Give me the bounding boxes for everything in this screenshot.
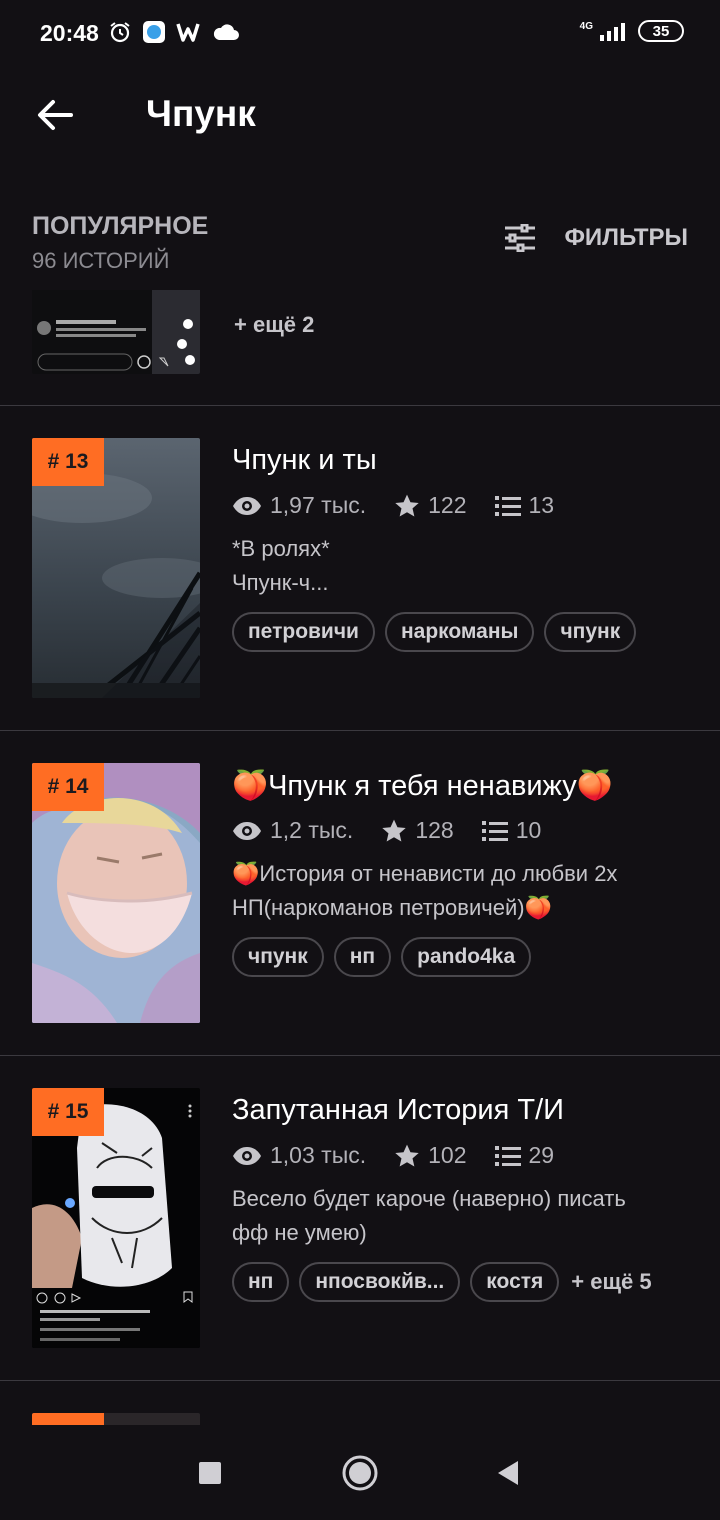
cloud-icon: [212, 22, 240, 47]
views-count: 1,03 тыс.: [270, 1142, 367, 1168]
signal-icon: 4G: [580, 21, 628, 41]
story-cover: # 14: [32, 763, 200, 1023]
rank-badge: # 14: [32, 763, 104, 811]
section-title: ПОПУЛЯРНОЕ: [32, 212, 209, 240]
rank-badge: # 15: [32, 1088, 104, 1136]
eye-icon: [233, 1146, 261, 1165]
parts-count: 13: [528, 492, 555, 518]
views-count: 1,97 тыс.: [270, 492, 367, 518]
story-cover: # 13: [32, 438, 200, 698]
back-arrow-icon: [38, 100, 73, 130]
circle-icon: [342, 1455, 378, 1491]
tag[interactable]: петровичи: [232, 612, 375, 652]
tag[interactable]: pando4ka: [401, 937, 532, 977]
story-description: 🍑История от ненависти до любви 2х НП(нар…: [232, 861, 618, 920]
star-icon: [395, 1144, 419, 1167]
story-stats: 1,03 тыс. 102 29: [232, 1142, 582, 1169]
filters-label: ФИЛЬТРЫ: [564, 224, 688, 251]
story-title[interactable]: 🍑Чпунк я тебя ненавижу🍑: [232, 769, 613, 803]
stars-count: 128: [415, 817, 454, 843]
story-title[interactable]: Чпунк и ты: [232, 444, 377, 477]
filters-button[interactable]: ФИЛЬТРЫ: [504, 224, 688, 252]
section-header: ПОПУЛЯРНОЕ 96 ИСТОРИЙ ФИЛЬТРЫ: [0, 200, 720, 290]
story-stats: 1,97 тыс. 122 13: [232, 492, 582, 519]
parts-list-icon: [494, 1145, 521, 1166]
tag[interactable]: нп: [333, 937, 392, 977]
stars-count: 122: [428, 492, 467, 518]
recents-button[interactable]: [190, 1453, 230, 1493]
story-cover: # 15: [32, 1088, 200, 1348]
tag-list: чпунк нп pando4ka: [232, 937, 532, 977]
status-bar: 20:48 4G 35: [0, 0, 720, 70]
story-cover: [32, 290, 200, 374]
story-item[interactable]: # 14 🍑Чпунк я тебя ненавижу🍑 1,2 тыс. 12…: [0, 731, 720, 1056]
wattpad-app-icon: [176, 21, 202, 48]
star-icon: [395, 494, 419, 517]
tag[interactable]: чпунк: [232, 937, 324, 977]
rank-badge: # 13: [32, 438, 104, 486]
more-tags[interactable]: + ещё 2: [234, 312, 314, 338]
alarm-icon: [108, 20, 132, 49]
story-list[interactable]: + ещё 2 # 13 Чпунк и ты 1,97 тыс. 122 13…: [0, 290, 720, 1425]
tag[interactable]: чпунк: [544, 612, 637, 652]
triangle-back-icon: [498, 1461, 518, 1485]
story-title[interactable]: Запутанная История Т/И: [232, 1094, 564, 1127]
tag[interactable]: наркоманы: [384, 612, 535, 652]
stars-count: 102: [428, 1142, 467, 1168]
browser-app-icon: [142, 20, 166, 49]
app-bar: Чпунк: [0, 70, 720, 160]
story-item-partial[interactable]: [0, 1381, 720, 1425]
story-count: 96 ИСТОРИЙ: [32, 248, 170, 273]
tag-list: нп нпосвокйв... костя + ещё 5: [232, 1262, 652, 1302]
tag[interactable]: нп: [232, 1262, 290, 1302]
status-time: 20:48: [40, 20, 99, 46]
system-nav-bar: [0, 1425, 720, 1520]
star-icon: [382, 819, 407, 842]
views-count: 1,2 тыс.: [270, 817, 354, 843]
battery-icon: 35: [638, 20, 684, 42]
eye-icon: [233, 821, 261, 840]
story-description: *В ролях* Чпунк-ч...: [232, 536, 330, 595]
square-icon: [199, 1462, 221, 1484]
story-stats: 1,2 тыс. 128 10: [232, 817, 569, 844]
filter-sliders-icon: [505, 224, 536, 252]
parts-list-icon: [494, 495, 521, 516]
story-description: Весело будет кароче (наверно) писать фф …: [232, 1186, 626, 1245]
parts-list-icon: [481, 820, 508, 841]
back-button[interactable]: [30, 90, 80, 140]
parts-count: 10: [515, 817, 542, 843]
back-nav-button[interactable]: [488, 1453, 528, 1493]
page-title: Чпунк: [146, 93, 256, 134]
story-item-partial[interactable]: + ещё 2: [0, 290, 720, 406]
tag[interactable]: нпосвокйв...: [299, 1262, 461, 1302]
more-tags[interactable]: + ещё 5: [571, 1269, 651, 1295]
parts-count: 29: [528, 1142, 555, 1168]
tag[interactable]: костя: [470, 1262, 560, 1302]
story-cover: [32, 1413, 200, 1425]
story-item[interactable]: # 15 Запутанная История Т/И 1,03 тыс. 10…: [0, 1056, 720, 1381]
home-button[interactable]: [340, 1453, 380, 1493]
eye-icon: [233, 496, 261, 515]
story-item[interactable]: # 13 Чпунк и ты 1,97 тыс. 122 13 *В роля…: [0, 406, 720, 731]
tag-list: петровичи наркоманы чпунк: [232, 612, 637, 652]
